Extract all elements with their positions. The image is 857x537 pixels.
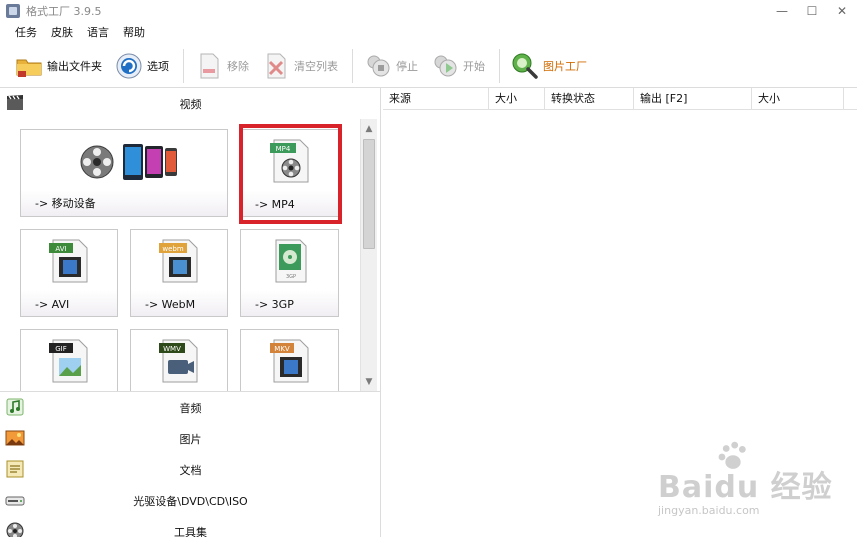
category-video[interactable]: 视频 <box>0 88 381 119</box>
mkv-file-icon: MKV <box>270 339 309 383</box>
scrollbar-thumb[interactable] <box>363 139 375 249</box>
category-tools[interactable]: 工具集 <box>0 516 381 537</box>
category-document[interactable]: 文档 <box>0 454 381 485</box>
category-video-label: 视频 <box>179 97 202 111</box>
start-button[interactable]: 开始 <box>426 46 489 86</box>
picture-factory-label: 图片工厂 <box>543 59 587 73</box>
left-panel: 视频 -> 移动设备 MP4 -> MP4 AVI -> AVI webm ->… <box>0 88 381 537</box>
tile-wmv[interactable]: WMV <box>130 329 228 391</box>
picture-icon <box>5 430 25 446</box>
window-controls: — ☐ ✕ <box>767 0 857 22</box>
music-note-icon <box>6 398 24 416</box>
picture-factory-button[interactable]: 图片工厂 <box>506 46 591 86</box>
category-picture-label: 图片 <box>179 432 202 446</box>
clear-list-button[interactable]: 清空列表 <box>257 46 342 86</box>
tile-mobile-device-label: -> 移动设备 <box>35 197 96 210</box>
mkv-badge-text: MKV <box>274 345 290 353</box>
category-disc-label: 光驱设备\DVD\CD\ISO <box>133 494 248 508</box>
start-icon <box>434 55 457 76</box>
avi-file-icon: AVI <box>49 239 88 283</box>
tile-avi-label: -> AVI <box>35 298 70 311</box>
stop-label: 停止 <box>396 59 418 73</box>
video-clapper-icon <box>7 95 23 110</box>
menu-language[interactable]: 语言 <box>80 22 116 44</box>
mobile-device-icon <box>80 144 177 180</box>
stop-icon <box>367 55 390 76</box>
category-audio-label: 音频 <box>179 401 202 415</box>
video-grid-scrollbar[interactable]: ▲ ▼ <box>360 119 377 391</box>
window-title: 格式工厂 3.9.5 <box>26 5 102 18</box>
column-size[interactable]: 大小 <box>489 88 545 110</box>
gif-badge-text: GIF <box>55 345 67 353</box>
mp4-highlight-box <box>239 124 342 224</box>
category-picture[interactable]: 图片 <box>0 423 381 454</box>
avi-badge-text: AVI <box>55 245 66 253</box>
menu-skin[interactable]: 皮肤 <box>44 22 80 44</box>
tile-3gp-label: -> 3GP <box>255 298 294 311</box>
document-icon <box>6 460 24 478</box>
start-label: 开始 <box>463 59 485 73</box>
folder-icon <box>16 59 42 77</box>
webm-badge-text: webm <box>162 245 183 253</box>
tile-mobile-device[interactable]: -> 移动设备 <box>20 129 228 217</box>
options-label: 选项 <box>147 59 169 73</box>
3gp-badge-text: 3GP <box>286 274 296 280</box>
title-bar: 格式工厂 3.9.5 — ☐ ✕ <box>0 0 857 22</box>
scroll-up-arrow-icon[interactable]: ▲ <box>361 121 377 137</box>
disc-drive-icon <box>5 496 25 506</box>
webm-file-icon: webm <box>159 239 198 283</box>
3gp-file-icon: 3GP <box>275 239 307 283</box>
toolbar-separator <box>183 48 184 83</box>
category-disc[interactable]: 光驱设备\DVD\CD\ISO <box>0 485 381 516</box>
file-list-header: 来源 大小 转换状态 输出 [F2] 大小 <box>383 88 857 110</box>
column-output[interactable]: 输出 [F2] <box>634 88 752 110</box>
wmv-badge-text: WMV <box>163 345 181 353</box>
tools-icon <box>6 522 24 537</box>
baidu-watermark: Baidu 经验 jingyan.baidu.com <box>650 440 850 530</box>
menu-task[interactable]: 任务 <box>8 22 44 44</box>
menu-bar: 任务 皮肤 语言 帮助 <box>0 22 857 44</box>
toolbar-separator <box>499 48 500 83</box>
stop-button[interactable]: 停止 <box>359 46 422 86</box>
remove-button[interactable]: 移除 <box>190 46 253 86</box>
tile-avi[interactable]: AVI -> AVI <box>20 229 118 317</box>
scroll-down-arrow-icon[interactable]: ▼ <box>361 374 377 390</box>
maximize-button[interactable]: ☐ <box>797 0 827 22</box>
column-source[interactable]: 来源 <box>383 88 489 110</box>
app-icon <box>6 4 20 18</box>
remove-file-icon <box>200 53 219 78</box>
picture-factory-icon <box>512 53 538 79</box>
tile-3gp[interactable]: 3GP -> 3GP <box>240 229 339 317</box>
clear-list-label: 清空列表 <box>294 59 338 73</box>
tile-webm[interactable]: webm -> WebM <box>130 229 228 317</box>
options-button[interactable]: 选项 <box>110 46 173 86</box>
category-tools-label: 工具集 <box>174 525 207 537</box>
gif-file-icon: GIF <box>49 339 88 383</box>
tile-webm-label: -> WebM <box>145 298 196 311</box>
toolbar-separator <box>352 48 353 83</box>
watermark-sub-text: jingyan.baidu.com <box>658 504 760 517</box>
output-folder-label: 输出文件夹 <box>47 59 102 73</box>
column-output-size[interactable]: 大小 <box>752 88 844 110</box>
menu-help[interactable]: 帮助 <box>116 22 152 44</box>
column-status[interactable]: 转换状态 <box>545 88 634 110</box>
close-button[interactable]: ✕ <box>827 0 857 22</box>
wmv-file-icon: WMV <box>159 339 198 383</box>
remove-label: 移除 <box>227 59 249 73</box>
category-document-label: 文档 <box>179 463 202 477</box>
tile-gif[interactable]: GIF <box>20 329 118 391</box>
tile-mkv[interactable]: MKV <box>240 329 339 391</box>
category-audio[interactable]: 音频 <box>0 392 381 423</box>
output-folder-button[interactable]: 输出文件夹 <box>10 46 106 86</box>
toolbar: 输出文件夹 选项 移除 清空列表 停止 开始 图片工厂 <box>0 44 857 88</box>
minimize-button[interactable]: — <box>767 0 797 22</box>
watermark-main-text: Baidu 经验 <box>658 470 833 505</box>
clear-list-icon <box>267 53 286 78</box>
options-gear-icon <box>116 53 142 78</box>
